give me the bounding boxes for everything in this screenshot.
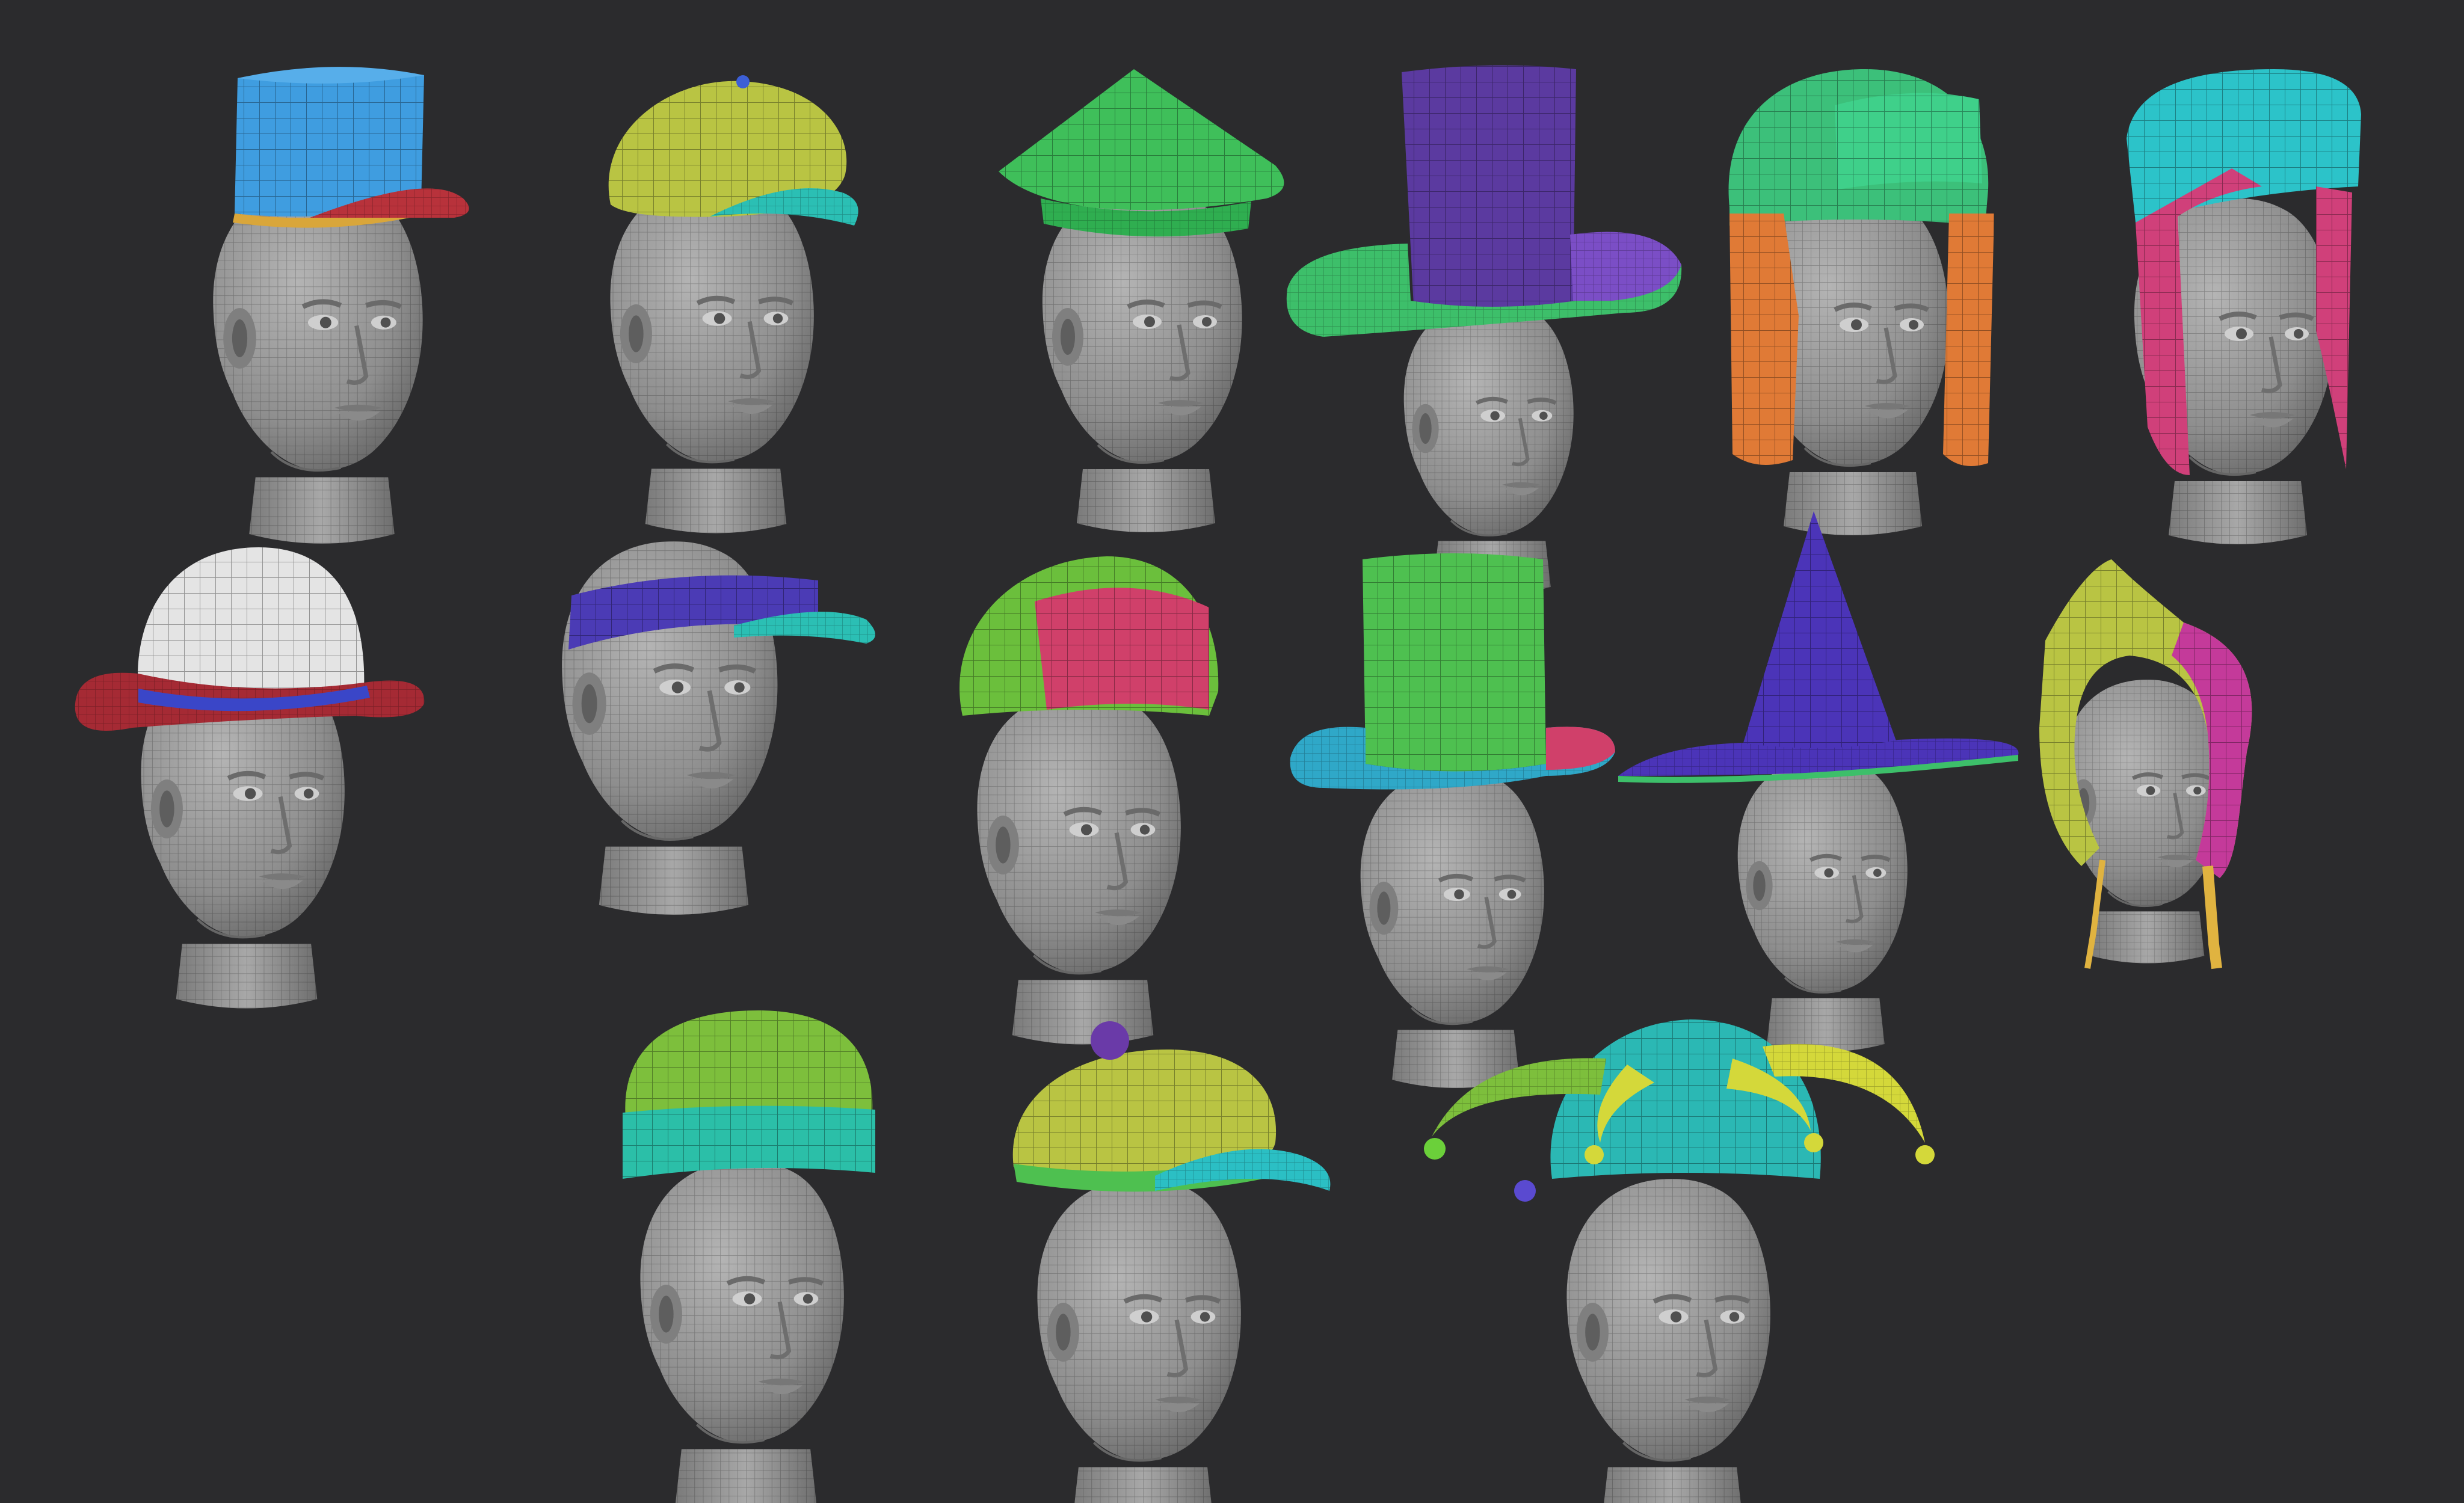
hat-jester (1424, 1019, 1935, 1503)
hat-beanie (623, 1010, 875, 1503)
hat-coolie (999, 69, 1284, 532)
hat-newsboy-cap (609, 75, 858, 533)
hat-hood-cap (2127, 69, 2361, 544)
hat-pompom-cap (1012, 1021, 1331, 1503)
hat-top-hat (1290, 553, 1615, 1088)
hat-trapper (1728, 69, 1994, 535)
hat-bowler (75, 547, 425, 1009)
hat-visor (562, 541, 875, 915)
hat-witch (1618, 511, 2019, 1052)
hat-earflap (959, 556, 1219, 1045)
hat-pillbox-cap (213, 67, 469, 544)
hat-bonnet (2039, 559, 2252, 970)
hat-wide-top-hat (1286, 65, 1682, 595)
hat-collection-render (75, 65, 2361, 1503)
